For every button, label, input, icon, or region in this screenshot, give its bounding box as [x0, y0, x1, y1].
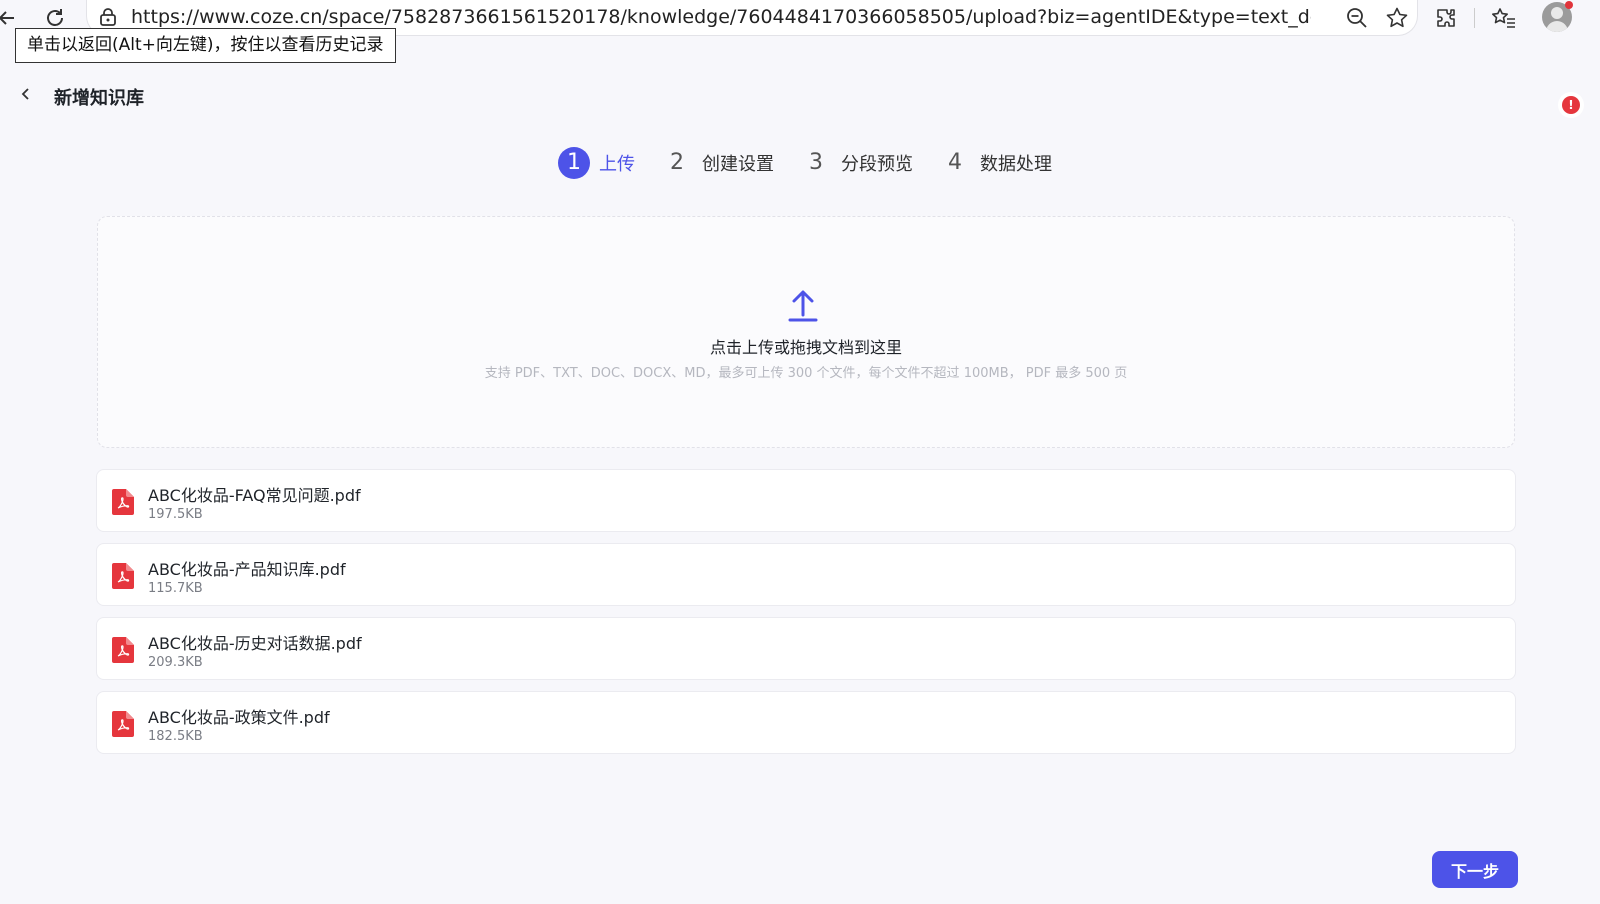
file-list-item[interactable]: ABC化妆品-历史对话数据.pdf 209.3KB	[96, 617, 1516, 680]
page-title: 新增知识库	[54, 88, 144, 109]
file-name: ABC化妆品-FAQ常见问题.pdf	[148, 486, 361, 505]
step-label: 分段预览	[841, 154, 913, 175]
alert-icon[interactable]: !	[1562, 96, 1580, 114]
url-text[interactable]: https://www.coze.cn/space/75828736615615…	[131, 6, 1311, 28]
pdf-file-icon	[112, 711, 134, 737]
upload-title: 点击上传或拖拽文档到这里	[709, 338, 902, 357]
extensions-icon[interactable]	[1432, 4, 1460, 32]
file-size: 115.7KB	[148, 581, 203, 596]
step-number: 2	[670, 150, 684, 175]
upload-hint: 支持 PDF、TXT、DOC、DOCX、MD，最多可上传 300 个文件，每个文…	[484, 366, 1128, 381]
pdf-file-icon	[112, 489, 134, 515]
file-name: ABC化妆品-政策文件.pdf	[148, 708, 330, 727]
upload-icon	[788, 289, 818, 323]
file-list-item[interactable]: ABC化妆品-政策文件.pdf 182.5KB	[96, 691, 1516, 754]
notification-dot	[1565, 1, 1573, 9]
step-data-processing: 4 数据处理	[939, 147, 1052, 179]
step-label: 数据处理	[980, 154, 1052, 175]
next-step-button[interactable]: 下一步	[1432, 851, 1518, 888]
zoom-out-icon[interactable]	[1343, 4, 1371, 32]
file-name: ABC化妆品-产品知识库.pdf	[148, 560, 346, 579]
file-list-item[interactable]: ABC化妆品-产品知识库.pdf 115.7KB	[96, 543, 1516, 606]
pdf-file-icon	[112, 637, 134, 663]
file-list: ABC化妆品-FAQ常见问题.pdf 197.5KB ABC化妆品-产品知识库.…	[96, 469, 1516, 765]
step-number: 1	[558, 147, 590, 179]
step-number: 4	[948, 150, 962, 175]
page-back-chevron-icon[interactable]	[16, 84, 36, 104]
file-size: 209.3KB	[148, 655, 203, 670]
step-number: 3	[809, 150, 823, 175]
step-indicator: 1 上传 2 创建设置 3 分段预览 4 数据处理	[558, 146, 1078, 180]
back-tooltip: 单击以返回(Alt+向左键)，按住以查看历史记录	[15, 28, 396, 63]
file-size: 197.5KB	[148, 507, 203, 522]
step-label: 创建设置	[702, 154, 774, 175]
file-size: 182.5KB	[148, 729, 203, 744]
step-create-settings: 2 创建设置	[661, 147, 774, 179]
step-label: 上传	[599, 154, 635, 175]
file-name: ABC化妆品-历史对话数据.pdf	[148, 634, 362, 653]
upload-dropzone[interactable]: 点击上传或拖拽文档到这里 支持 PDF、TXT、DOC、DOCX、MD，最多可上…	[97, 216, 1515, 448]
pdf-file-icon	[112, 563, 134, 589]
favorites-list-icon[interactable]	[1490, 4, 1518, 32]
lock-icon[interactable]	[97, 6, 119, 28]
file-list-item[interactable]: ABC化妆品-FAQ常见问题.pdf 197.5KB	[96, 469, 1516, 532]
step-segment-preview: 3 分段预览	[800, 147, 913, 179]
favorite-star-icon[interactable]	[1383, 4, 1411, 32]
step-upload: 1 上传	[558, 147, 635, 179]
toolbar-divider	[1474, 8, 1475, 28]
